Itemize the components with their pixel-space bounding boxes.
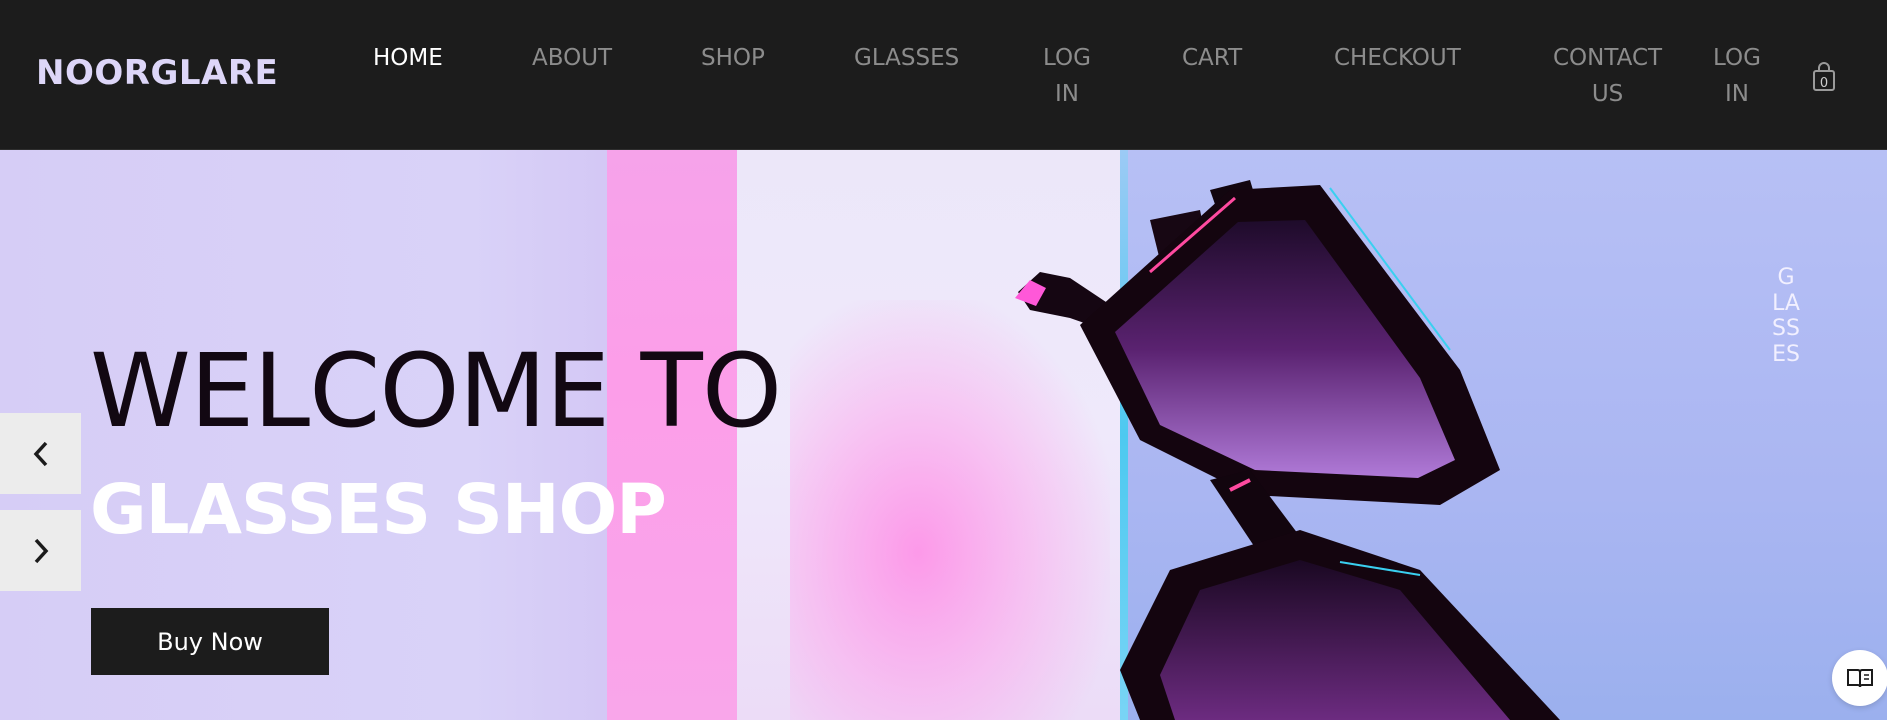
nav-item-glasses[interactable]: GLASSES: [854, 40, 959, 76]
nav-item-shop[interactable]: SHOP: [701, 40, 765, 76]
nav-item-checkout[interactable]: CHECKOUT: [1334, 40, 1461, 76]
chevron-left-icon: [33, 441, 47, 466]
top-navigation: NOORGLARE HOME ABOUT SHOP GLASSES LOG IN…: [0, 0, 1887, 150]
nav-item-cart[interactable]: CART: [1182, 40, 1242, 76]
nav-item-log-in-2[interactable]: LOG IN: [1713, 40, 1761, 112]
cart-button[interactable]: 0: [1812, 62, 1836, 92]
slider-prev-button[interactable]: [0, 413, 81, 494]
hero-subtitle: GLASSES SHOP: [90, 470, 667, 550]
book-open-icon: [1847, 669, 1873, 688]
nav-item-contact-us[interactable]: CONTACT US: [1553, 40, 1662, 112]
hero-slider: WELCOME TO GLASSES SHOP Buy Now GLASSES: [0, 150, 1887, 720]
reader-mode-button[interactable]: [1832, 650, 1887, 706]
shopping-bag-icon: 0: [1813, 62, 1835, 91]
nav-item-about[interactable]: ABOUT: [532, 40, 612, 76]
slider-next-button[interactable]: [0, 510, 81, 591]
buy-now-button[interactable]: Buy Now: [91, 608, 329, 675]
vertical-category-label: GLASSES: [1772, 265, 1800, 367]
hero-title: WELCOME TO: [90, 332, 782, 451]
nav-item-home[interactable]: HOME: [373, 40, 443, 76]
brand-logo[interactable]: NOORGLARE: [36, 53, 278, 93]
chevron-right-icon: [34, 538, 48, 563]
cart-count: 0: [1820, 76, 1828, 91]
sunglasses-image: [1015, 180, 1560, 720]
nav-item-log-in[interactable]: LOG IN: [1043, 40, 1091, 112]
